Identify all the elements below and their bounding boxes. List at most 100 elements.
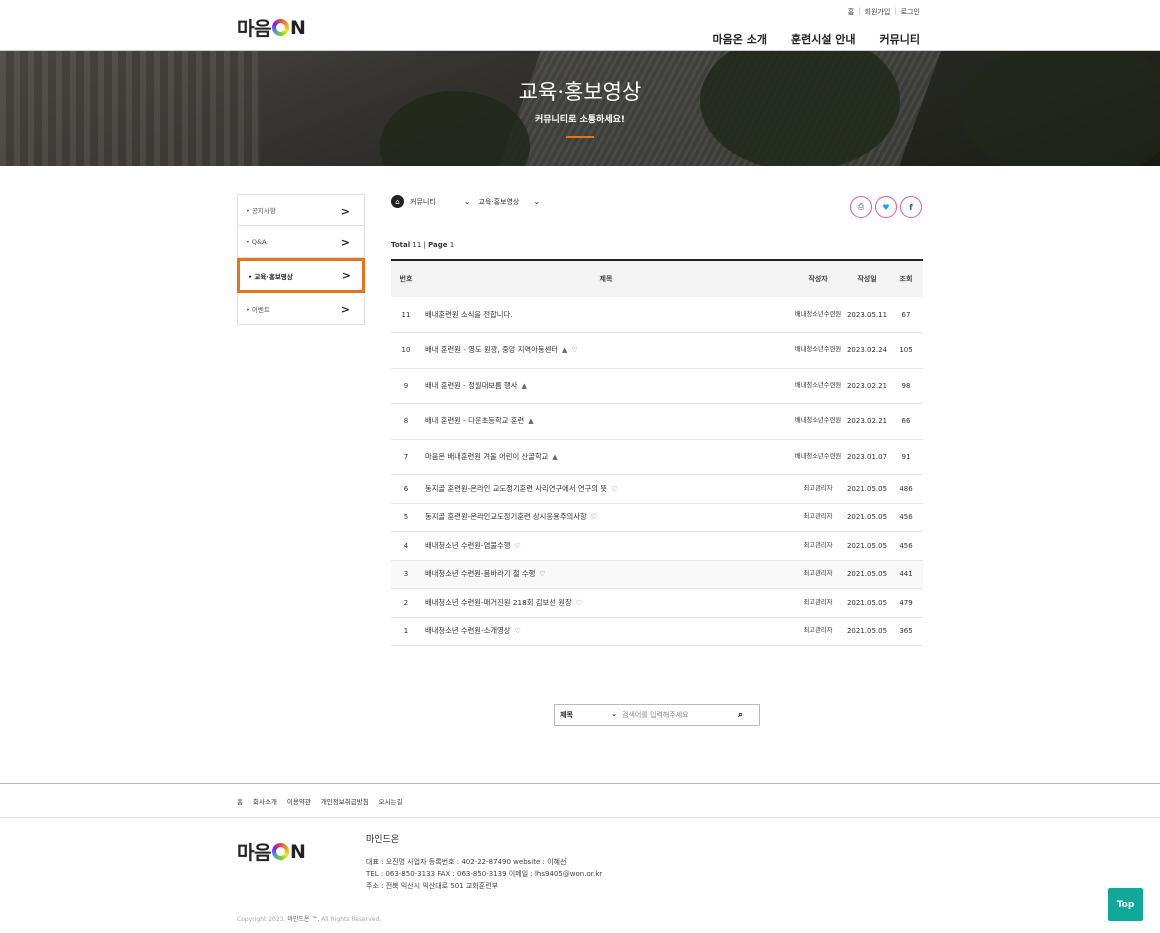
search-input[interactable] — [622, 711, 734, 719]
row-writer-cell: 최고관리자 — [791, 503, 845, 532]
row-writer: 최고관리자 — [803, 484, 833, 492]
row-writer-cell: 배내청소년수련원 — [791, 403, 845, 440]
row-num-cell: 11 — [391, 297, 421, 333]
footer-link-privacy[interactable]: 개인정보취급방침 — [321, 796, 369, 806]
chevron-down-icon: ⌄ — [463, 197, 471, 206]
row-views-cell: 486 — [889, 474, 923, 504]
row-date-cell: 2023.02.21 — [845, 403, 889, 440]
row-num: 2 — [403, 598, 409, 607]
row-views-cell: 365 — [889, 617, 923, 646]
scroll-top-button[interactable]: Top — [1108, 888, 1143, 921]
home-icon[interactable]: ⌂ — [391, 195, 404, 208]
row-num-cell: 1 — [391, 617, 421, 646]
logo-o-ring-icon — [271, 19, 289, 36]
footer-link-home[interactable]: 홈 — [237, 796, 243, 806]
table-row[interactable]: 10 배내 훈련원 - 영도 원광, 중앙 지역아동센터 ▲ ♡ 배내청소년수련원 202… — [391, 332, 923, 369]
row-subject-link[interactable]: 배내청소년 수련원-몸바라기 철 수행 — [425, 569, 535, 578]
row-num-cell: 4 — [391, 531, 421, 561]
attachment-icon: ▲ — [552, 452, 558, 461]
row-date-cell: 2021.05.05 — [845, 503, 889, 532]
footer-link-terms[interactable]: 이용약관 — [287, 796, 311, 806]
print-icon[interactable]: ⎙ — [850, 196, 872, 218]
row-num-cell: 8 — [391, 403, 421, 440]
breadcrumb-dropdown-level1[interactable]: 커뮤니티 ⌄ — [410, 197, 470, 207]
row-views: 66 — [901, 417, 911, 426]
footer-link-directions[interactable]: 오시는길 — [379, 796, 403, 806]
row-subject-link-cell: 배내청소년 수련원-소개영상 ♡ — [421, 617, 791, 646]
row-subject-link[interactable]: 배내 훈련원 - 다운초등학교 훈련 — [425, 416, 524, 425]
row-views-cell: 456 — [889, 503, 923, 532]
row-num-cell: 5 — [391, 503, 421, 532]
row-subject-link[interactable]: 배내 훈련원 - 영도 원광, 중앙 지역아동센터 — [425, 345, 558, 354]
side-menu-item-qna[interactable]: • Q&A > — [237, 226, 365, 258]
footer-info-line: TEL : 063-850-3133 FAX : 063-850-3139 이메… — [366, 870, 603, 878]
util-link-home[interactable]: 홈 — [848, 7, 854, 17]
row-subject-link[interactable]: 동지골 훈련원-온라인교도정기훈련 상시응용주의사항 — [425, 512, 587, 521]
site-logo[interactable]: 마음 N — [237, 14, 306, 41]
row-subject-link[interactable]: 배내 훈련원 - 정월대보름 행사 — [425, 381, 517, 390]
table-row[interactable]: 6 동지골 훈련원-온라인 교도정기훈련 사리연구에서 연구의 뜻 ♡ 최고관리자 20… — [391, 474, 923, 504]
row-views: 365 — [899, 627, 913, 636]
row-num-cell: 7 — [391, 439, 421, 475]
row-subject-link[interactable]: 배내훈련원 소식을 전합니다. — [425, 310, 513, 319]
facebook-icon[interactable]: f — [900, 196, 922, 218]
util-link-login[interactable]: 로그인 — [901, 7, 920, 17]
search-icon[interactable]: ⌕ — [738, 710, 743, 720]
side-menu-item-event[interactable]: • 이벤트 > — [237, 293, 365, 325]
row-writer-cell: 배내청소년수련원 — [791, 297, 845, 333]
page-title: 교육·홍보영상 — [518, 80, 642, 104]
side-menu-item-notice[interactable]: • 공지사항 > — [237, 194, 365, 226]
row-writer-cell: 최고관리자 — [791, 531, 845, 561]
row-subject-link[interactable]: 배내청소년 수련원-매거진원 218회 김보선 원장 — [425, 598, 572, 607]
search-field-select[interactable]: 제목 ⌄ — [555, 710, 622, 720]
table-row[interactable]: 2 배내청소년 수련원-매거진원 218회 김보선 원장 ♡ 최고관리자 2021.05… — [391, 588, 923, 618]
util-link-join[interactable]: 회원가입 — [865, 7, 891, 17]
col-header-subject: 제목 — [421, 260, 791, 297]
row-date-cell: 2023.02.21 — [845, 368, 889, 404]
row-num: 3 — [403, 570, 409, 579]
row-subject-link[interactable]: 배내청소년 수련원-소개영상 — [425, 626, 511, 635]
heart-icon: ♡ — [590, 513, 597, 522]
row-subject-link[interactable]: 마음온 배내훈련원 겨울 어린이 산골학교 — [425, 452, 548, 461]
row-subject-link[interactable]: 배내청소년 수련원-염불수행 — [425, 541, 511, 550]
twitter-icon[interactable]: ♥ — [875, 196, 897, 218]
table-row[interactable]: 9 배내 훈련원 - 정월대보름 행사 ▲ 배내청소년수련원 2023.02.21 98 — [391, 368, 923, 404]
row-num: 7 — [403, 452, 409, 461]
chevron-down-icon: ⌄ — [533, 197, 541, 206]
row-writer-cell: 최고관리자 — [791, 617, 845, 646]
table-header-row: 번호 제목 작성자 작성일 조회 — [391, 260, 923, 297]
footer-links: 홈 회사소개 이용약관 개인정보취급방침 오시는길 — [237, 796, 403, 806]
table-row[interactable]: 3 배내청소년 수련원-몸바라기 철 수행 ♡ 최고관리자 2021.05.05 441 — [391, 560, 923, 589]
breadcrumb-dropdown-level2[interactable]: 교육·홍보영상 ⌄ — [478, 197, 540, 207]
table-row[interactable]: 8 배내 훈련원 - 다운초등학교 훈련 ▲ 배내청소년수련원 2023.02.21 66 — [391, 403, 923, 440]
nav-item-community[interactable]: 커뮤니티 — [880, 31, 920, 47]
search-field-value: 제목 — [560, 711, 573, 719]
table-row[interactable]: 4 배내청소년 수련원-염불수행 ♡ 최고관리자 2021.05.05 456 — [391, 531, 923, 561]
logo-o-ring-icon — [271, 843, 289, 860]
row-subject-link[interactable]: 동지골 훈련원-온라인 교도정기훈련 사리연구에서 연구의 뜻 — [425, 484, 607, 493]
chevron-right-icon: > — [341, 269, 351, 282]
row-views: 105 — [899, 346, 913, 355]
row-subject-link-cell: 마음온 배내훈련원 겨울 어린이 산골학교 ▲ — [421, 439, 791, 475]
row-views-cell: 67 — [889, 297, 923, 333]
page-banner: 교육·홍보영상 커뮤니티로 소통하세요! — [0, 51, 1160, 166]
col-header-num: 번호 — [391, 260, 421, 297]
breadcrumb-level2-label: 교육·홍보영상 — [478, 197, 520, 206]
nav-item-facilities[interactable]: 훈련시설 안내 — [791, 31, 856, 47]
row-writer: 최고관리자 — [803, 541, 833, 549]
nav-item-about[interactable]: 마음온 소개 — [713, 31, 767, 47]
footer-link-company[interactable]: 회사소개 — [253, 796, 277, 806]
row-date: 2021.05.05 — [846, 541, 888, 550]
row-date: 2023.05.11 — [846, 310, 888, 319]
side-menu-label: • 이벤트 — [246, 305, 270, 314]
row-views-cell: 66 — [889, 403, 923, 440]
side-menu-item-videos[interactable]: • 교육·홍보영상 > — [237, 258, 365, 293]
row-date-cell: 2021.05.05 — [845, 588, 889, 618]
row-views: 67 — [901, 310, 911, 319]
table-row[interactable]: 7 마음온 배내훈련원 겨울 어린이 산골학교 ▲ 배내청소년수련원 2023.01.0… — [391, 439, 923, 475]
table-row[interactable]: 5 동지골 훈련원-온라인교도정기훈련 상시응용주의사항 ♡ 최고관리자 2021.05… — [391, 503, 923, 532]
table-row[interactable]: 1 배내청소년 수련원-소개영상 ♡ 최고관리자 2021.05.05 365 — [391, 617, 923, 646]
row-date: 2023.01.07 — [846, 452, 888, 461]
col-header-writer: 작성자 — [791, 260, 845, 297]
table-row[interactable]: 11 배내훈련원 소식을 전합니다. 배내청소년수련원 2023.05.11 67 — [391, 297, 923, 333]
